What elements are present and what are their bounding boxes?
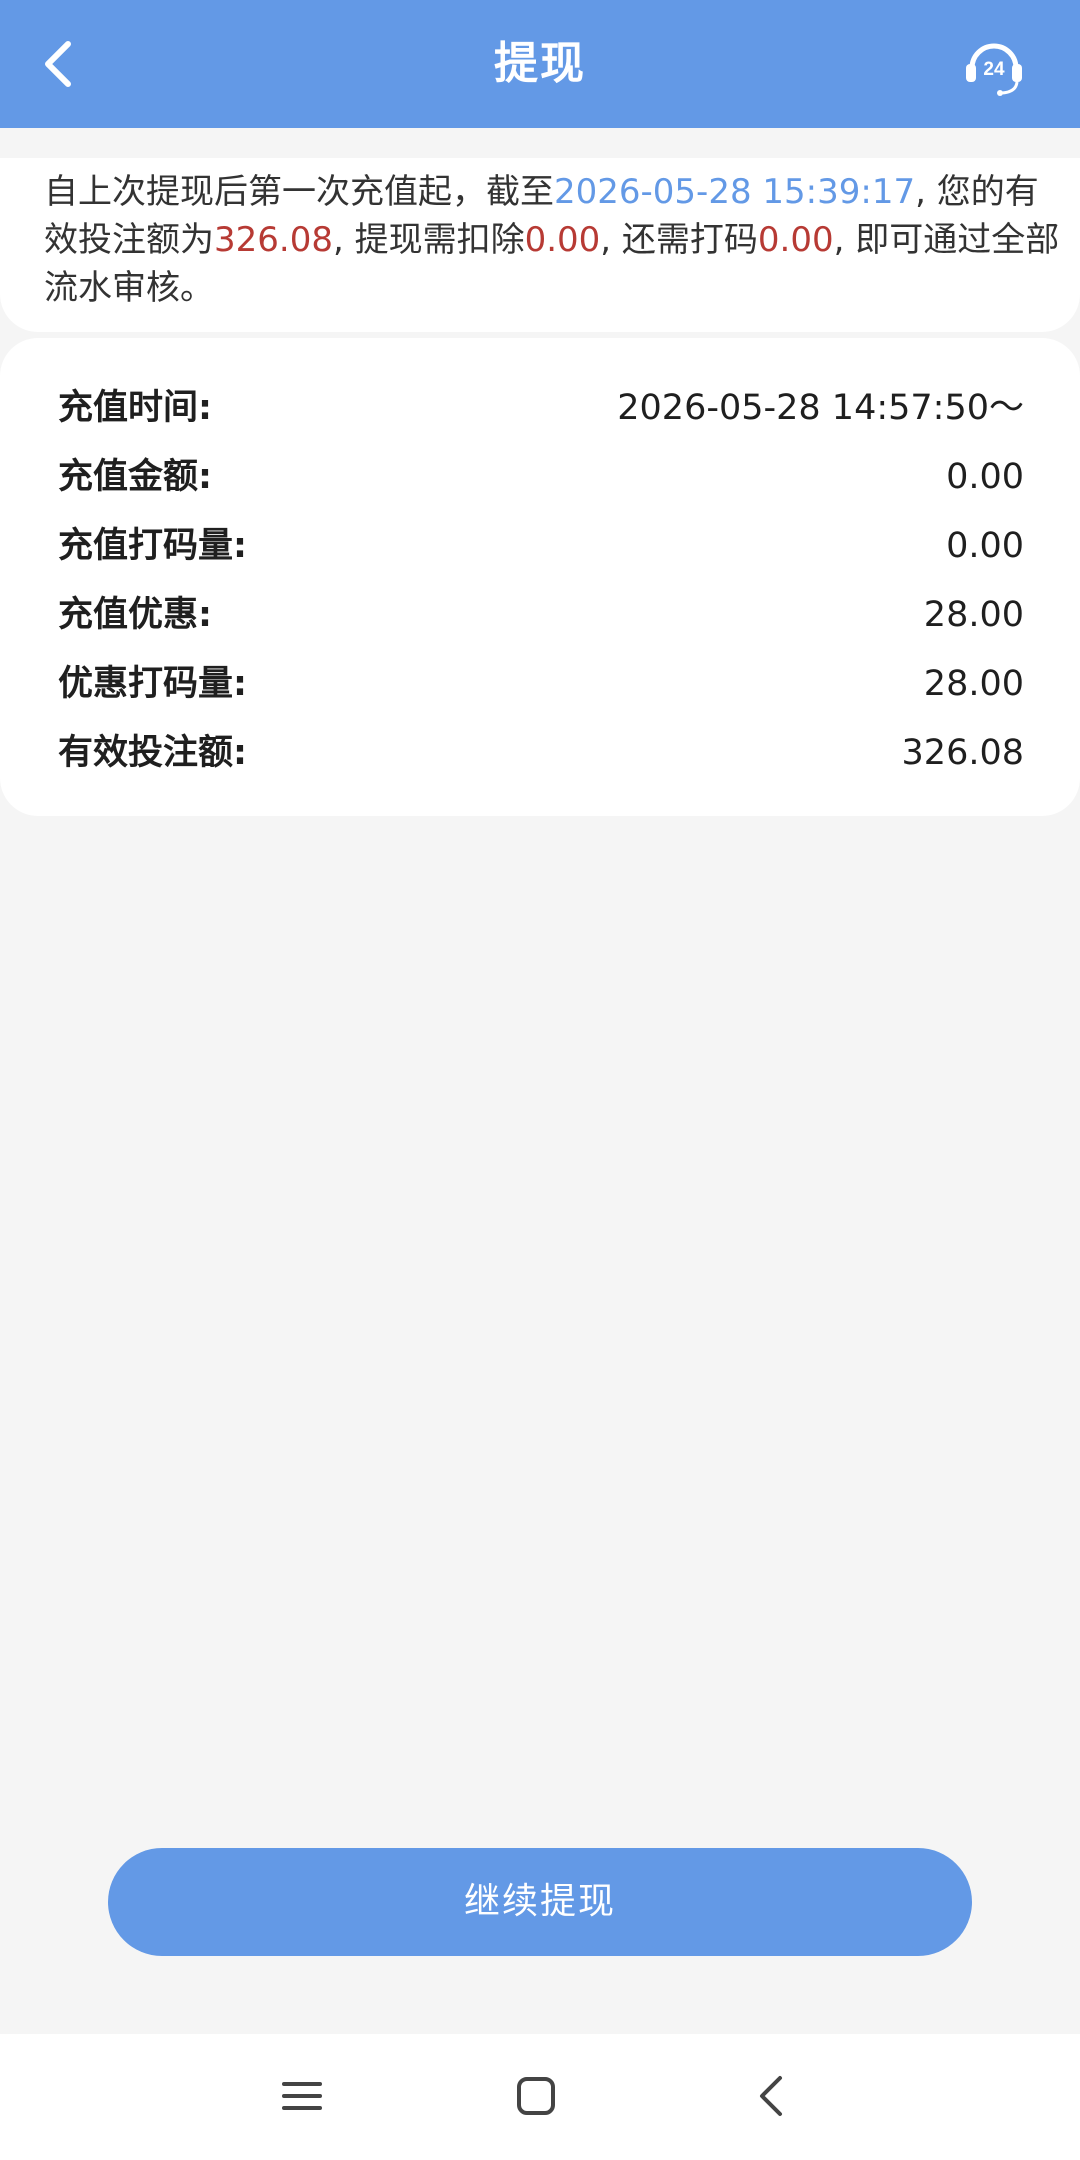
customer-service-button[interactable]: 24 [958, 30, 1030, 102]
detail-row-valid-bet: 有效投注额: 326.08 [58, 723, 1024, 783]
detail-value: 0.00 [946, 526, 1024, 566]
detail-label: 有效投注额: [58, 733, 247, 773]
headset-icon: 24 [966, 43, 1022, 96]
nav-back-button[interactable] [740, 2064, 804, 2128]
notice-valid-bet: 326.08 [214, 220, 333, 260]
detail-value: 0.00 [946, 457, 1024, 497]
support-badge-text: 24 [983, 59, 1005, 80]
top-bar: 提现 24 [0, 0, 1080, 128]
square-home-icon [517, 2077, 555, 2115]
notice-text-1: 自上次提现后第一次充值起，截至 [44, 172, 554, 212]
detail-row-deposit-amount: 充值金额: 0.00 [58, 447, 1024, 507]
detail-row-deposit-bonus: 充值优惠: 28.00 [58, 585, 1024, 645]
detail-label: 优惠打码量: [58, 664, 247, 704]
detail-row-deposit-time: 充值时间: 2026-05-28 14:57:50～ [58, 378, 1024, 438]
notice-deduction: 0.00 [524, 220, 601, 260]
detail-value: 2026-05-28 14:57:50～ [617, 388, 1024, 428]
system-navigation-bar [0, 2034, 1080, 2160]
withdraw-page: 提现 24 自上次提现后第一次充值起，截至2026-05-28 15:39:17… [0, 0, 1080, 2160]
detail-label: 充值优惠: [58, 595, 212, 635]
nav-home-button[interactable] [504, 2064, 568, 2128]
nav-menu-button[interactable] [270, 2064, 334, 2128]
detail-value: 28.00 [923, 595, 1024, 635]
continue-withdraw-button[interactable]: 继续提现 [108, 1848, 972, 1956]
detail-value: 28.00 [923, 664, 1024, 704]
notice-remaining: 0.00 [757, 220, 834, 260]
page-title: 提现 [494, 38, 586, 89]
detail-row-bonus-turnover: 优惠打码量: 28.00 [58, 654, 1024, 714]
detail-label: 充值金额: [58, 457, 212, 497]
chevron-left-icon [760, 2076, 782, 2116]
notice-text-4: , 还需打码 [600, 220, 758, 260]
detail-value: 326.08 [901, 733, 1024, 773]
withdraw-notice-card: 自上次提现后第一次充值起，截至2026-05-28 15:39:17, 您的有效… [0, 158, 1080, 332]
notice-datetime: 2026-05-28 15:39:17 [554, 172, 916, 212]
withdraw-notice: 自上次提现后第一次充值起，截至2026-05-28 15:39:17, 您的有效… [44, 168, 1064, 312]
menu-icon [282, 2082, 322, 2110]
detail-row-deposit-turnover: 充值打码量: 0.00 [58, 516, 1024, 576]
detail-label: 充值打码量: [58, 526, 247, 566]
detail-label: 充值时间: [58, 388, 212, 428]
notice-text-3: , 提现需扣除 [332, 220, 525, 260]
deposit-details-card: 充值时间: 2026-05-28 14:57:50～ 充值金额: 0.00 充值… [0, 338, 1080, 816]
